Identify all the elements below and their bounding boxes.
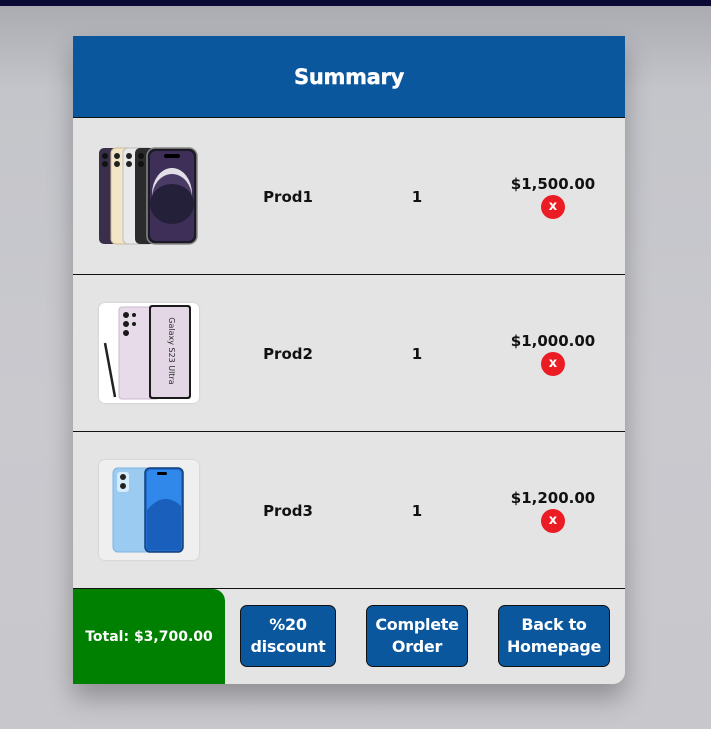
discount-button-line1: %20: [269, 615, 307, 634]
summary-header: Summary: [73, 36, 625, 118]
summary-footer: Total: $3,700.00 %20 discount Complete O…: [73, 589, 625, 684]
remove-item-button[interactable]: x: [541, 195, 565, 219]
product-image: [99, 460, 199, 560]
product-image-text: Galaxy S23 Ultra: [167, 317, 176, 385]
product-image: [99, 146, 199, 246]
iphone-14-pro-image: [99, 147, 198, 245]
product-name: Prod2: [263, 345, 313, 363]
page-title: Summary: [294, 64, 405, 89]
back-to-homepage-line1: Back to: [521, 615, 587, 634]
top-bar: [0, 0, 711, 6]
cart-row: Galaxy S23 Ultra Prod2 1 $1,000.00 x: [73, 275, 625, 432]
complete-order-line1: Complete: [375, 615, 459, 634]
product-price: $1,500.00: [510, 175, 596, 193]
discount-button-line2: discount: [250, 637, 326, 656]
product-price: $1,200.00: [510, 489, 596, 507]
remove-item-button[interactable]: x: [541, 352, 565, 376]
total-amount: Total: $3,700.00: [73, 589, 225, 684]
back-to-homepage-button[interactable]: Back to Homepage: [498, 605, 610, 667]
summary-card: Summary Prod1 1 $1,500.00 x Galaxy S23 U…: [73, 36, 625, 684]
product-name: Prod1: [263, 188, 313, 206]
complete-order-button[interactable]: Complete Order: [366, 605, 468, 667]
product-price: $1,000.00: [510, 332, 596, 350]
product-quantity: 1: [411, 188, 423, 206]
product-image: Galaxy S23 Ultra: [99, 303, 199, 403]
complete-order-line2: Order: [391, 637, 443, 656]
back-to-homepage-line2: Homepage: [506, 637, 602, 656]
remove-item-button[interactable]: x: [541, 509, 565, 533]
galaxy-s23-ultra-image: Galaxy S23 Ultra: [103, 305, 191, 400]
product-name: Prod3: [263, 502, 313, 520]
product-quantity: 1: [411, 345, 423, 363]
cart-row: Prod3 1 $1,200.00 x: [73, 432, 625, 589]
xiaomi-13-lite-image: [112, 467, 184, 553]
discount-button[interactable]: %20 discount: [240, 605, 336, 667]
product-quantity: 1: [411, 502, 423, 520]
cart-row: Prod1 1 $1,500.00 x: [73, 118, 625, 275]
total-label: Total: $3,700.00: [85, 628, 213, 645]
